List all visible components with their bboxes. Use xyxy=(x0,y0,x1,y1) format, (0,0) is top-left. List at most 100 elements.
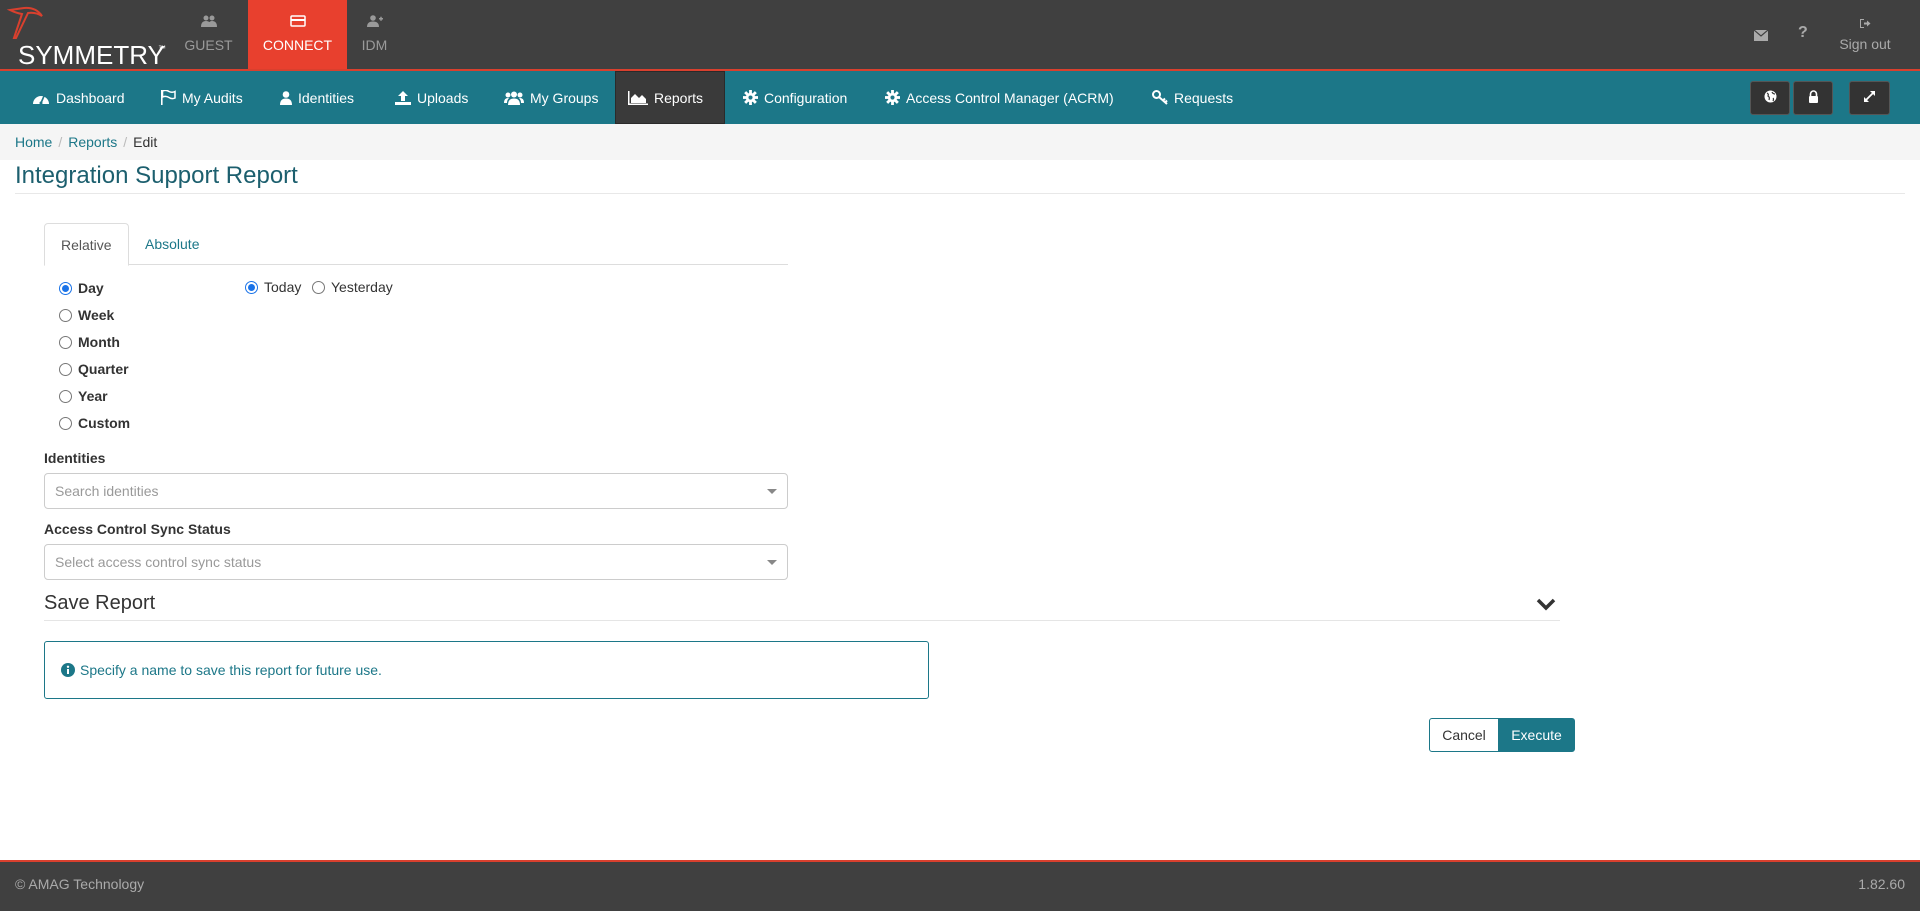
radio-label: Today xyxy=(264,279,302,295)
upload-icon xyxy=(395,90,411,105)
radio-button[interactable] xyxy=(59,335,72,349)
sign-out-icon xyxy=(1859,16,1871,32)
symmetry-logo[interactable]: SYMMETRY ™ xyxy=(6,4,166,70)
nav-item-configuration[interactable]: Configuration xyxy=(731,71,859,124)
app-tab-label: GUEST xyxy=(184,37,233,53)
radio-button[interactable] xyxy=(59,389,72,403)
radio-label: Day xyxy=(78,280,104,296)
flag-icon xyxy=(160,90,176,105)
radio-button[interactable] xyxy=(312,280,325,294)
identities-label: Identities xyxy=(44,450,106,466)
nav-item-acrm[interactable]: Access Control Manager (ACRM) xyxy=(873,71,1126,124)
page-title: Integration Support Report xyxy=(15,162,298,189)
lock-icon xyxy=(1808,90,1819,106)
caret-down-icon xyxy=(767,560,777,565)
key-icon xyxy=(1152,90,1168,105)
breadcrumb-reports[interactable]: Reports xyxy=(68,134,117,150)
cancel-button[interactable]: Cancel xyxy=(1429,718,1499,752)
nav-label: Uploads xyxy=(417,89,469,106)
radio-label: Custom xyxy=(78,415,131,431)
save-report-section-header[interactable]: Save Report xyxy=(44,592,1560,621)
breadcrumb-separator: / xyxy=(58,134,63,150)
user-icon xyxy=(280,90,292,105)
sign-out-label: Sign out xyxy=(1839,36,1891,52)
nav-label: My Groups xyxy=(530,89,599,106)
save-report-heading: Save Report xyxy=(44,592,156,614)
radio-button[interactable] xyxy=(59,308,72,322)
gear-icon xyxy=(885,90,900,105)
nav-item-reports[interactable]: Reports xyxy=(615,71,725,124)
date-mode-tabs: Relative Absolute xyxy=(44,223,788,266)
gear-icon xyxy=(743,90,758,105)
nav-label: Identities xyxy=(298,89,355,106)
breadcrumb-separator: / xyxy=(123,134,128,150)
radio-day-today[interactable]: Today xyxy=(245,279,301,295)
save-report-info-text: Specify a name to save this report for f… xyxy=(80,662,382,678)
top-bar: SYMMETRY ™ GUEST CONNECT IDM ? Sign out xyxy=(0,0,1920,71)
radio-label: Year xyxy=(78,388,108,404)
sync-status-select[interactable]: Select access control sync status xyxy=(44,544,788,580)
sync-status-label: Access Control Sync Status xyxy=(44,521,231,537)
app-tab-idm[interactable]: IDM xyxy=(325,0,424,69)
radio-label: Yesterday xyxy=(331,279,393,295)
nav-label: Requests xyxy=(1174,89,1234,106)
nav-item-dashboard[interactable]: Dashboard xyxy=(20,71,137,124)
nav-item-my-audits[interactable]: My Audits xyxy=(148,71,255,124)
help-question-icon[interactable]: ? xyxy=(1798,24,1808,42)
identities-placeholder: Search identities xyxy=(55,483,159,499)
user-plus-icon xyxy=(325,15,424,31)
radio-button[interactable] xyxy=(59,362,72,376)
chevron-down-icon[interactable] xyxy=(1536,594,1556,617)
main-nav: Dashboard My Audits Identities Uploads M… xyxy=(0,71,1920,124)
nav-label: Access Control Manager (ACRM) xyxy=(906,89,1114,106)
expand-icon xyxy=(1863,90,1876,106)
globe-button[interactable] xyxy=(1750,81,1790,115)
users-icon xyxy=(159,15,258,31)
radio-day-yesterday[interactable]: Yesterday xyxy=(312,279,393,295)
radio-period-year[interactable]: Year xyxy=(59,388,108,404)
area-chart-icon xyxy=(628,90,648,105)
lock-button[interactable] xyxy=(1793,81,1833,115)
nav-label: Reports xyxy=(654,89,704,106)
footer-version: 1.82.60 xyxy=(1858,876,1905,892)
identities-search-select[interactable]: Search identities xyxy=(44,473,788,509)
info-circle-icon xyxy=(61,663,75,677)
nav-item-my-groups[interactable]: My Groups xyxy=(492,71,610,124)
radio-button[interactable] xyxy=(59,281,72,295)
fullscreen-button[interactable] xyxy=(1849,81,1890,115)
app-tab-label: IDM xyxy=(361,37,388,53)
radio-period-quarter[interactable]: Quarter xyxy=(59,361,129,377)
envelope-icon[interactable] xyxy=(1753,28,1769,44)
nav-label: Dashboard xyxy=(56,89,125,106)
footer-copyright: © AMAG Technology xyxy=(15,876,145,892)
radio-button[interactable] xyxy=(59,416,72,430)
nav-item-requests[interactable]: Requests xyxy=(1140,71,1245,124)
nav-item-uploads[interactable]: Uploads xyxy=(383,71,480,124)
radio-label: Week xyxy=(78,307,115,323)
radio-period-month[interactable]: Month xyxy=(59,334,120,350)
radio-period-day[interactable]: Day xyxy=(59,280,104,296)
sign-out-button[interactable]: Sign out xyxy=(1830,16,1900,52)
logo-mark-icon xyxy=(6,6,43,39)
title-divider xyxy=(15,193,1905,194)
radio-button[interactable] xyxy=(245,280,258,294)
radio-period-week[interactable]: Week xyxy=(59,307,114,323)
nav-label: Configuration xyxy=(764,89,848,106)
execute-button[interactable]: Execute xyxy=(1498,718,1575,752)
tab-relative[interactable]: Relative xyxy=(44,223,129,266)
tab-absolute[interactable]: Absolute xyxy=(129,223,215,265)
breadcrumb-home[interactable]: Home xyxy=(15,134,52,150)
radio-period-custom[interactable]: Custom xyxy=(59,415,130,431)
caret-down-icon xyxy=(767,489,777,494)
nav-item-identities[interactable]: Identities xyxy=(268,71,366,124)
users-icon xyxy=(504,91,524,105)
app-tab-guest[interactable]: GUEST xyxy=(159,0,258,69)
dashboard-icon xyxy=(32,91,50,105)
sync-status-placeholder: Select access control sync status xyxy=(55,554,262,570)
radio-label: Month xyxy=(78,334,120,350)
breadcrumb-current: Edit xyxy=(133,134,158,150)
radio-label: Quarter xyxy=(78,361,129,377)
breadcrumb: Home / Reports / Edit xyxy=(0,124,1920,160)
logo-text: SYMMETRY xyxy=(18,40,165,70)
footer: © AMAG Technology 1.82.60 xyxy=(0,860,1920,911)
